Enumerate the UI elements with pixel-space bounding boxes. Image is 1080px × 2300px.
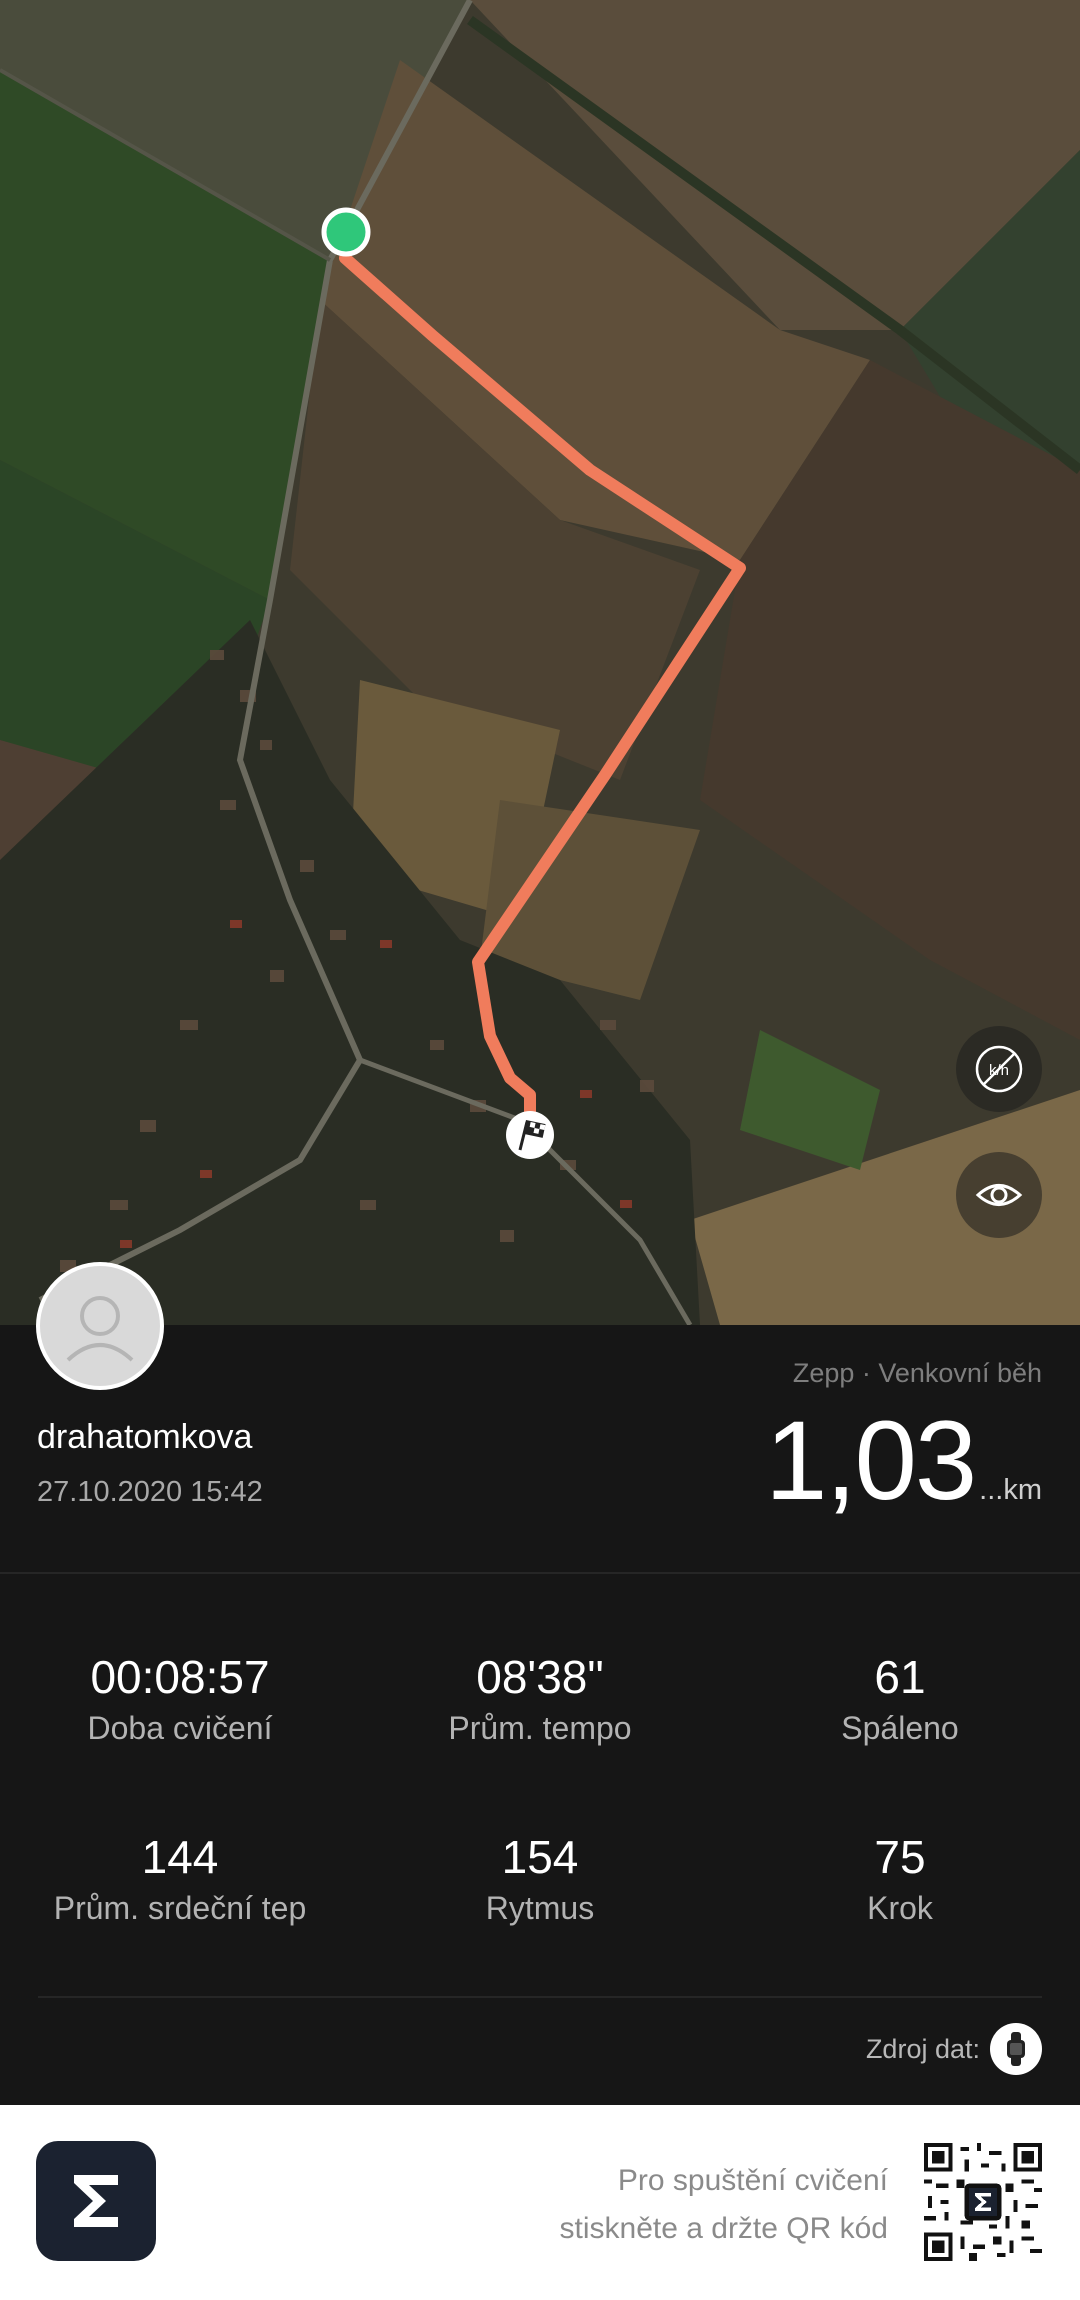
- workout-source: Zepp · Venkovní běh: [792, 1358, 1042, 1388]
- zepp-sigma-icon: [74, 2175, 118, 2227]
- qr-instructions: Pro spuštění cvičení stiskněte a držte Q…: [560, 2157, 888, 2253]
- stat-value: 154: [501, 1831, 579, 1883]
- zepp-logo: [36, 2141, 156, 2261]
- data-source: Zdroj dat:: [866, 2023, 1042, 2075]
- stat-value: 61: [874, 1651, 926, 1703]
- start-marker: [321, 207, 371, 257]
- distance-value: 1,03: [765, 1398, 977, 1523]
- avatar[interactable]: [36, 1262, 164, 1390]
- stat-duration: 00:08:57 Doba cvičení: [0, 1650, 360, 1748]
- stat-value: 75: [874, 1831, 926, 1883]
- divider: [38, 1996, 1042, 1998]
- stat-label: Doba cvičení: [87, 1710, 273, 1746]
- stat-label: Krok: [867, 1890, 933, 1926]
- qr-instruction-line2: stiskněte a držte QR kód: [559, 2212, 888, 2245]
- watch-icon: [990, 2023, 1042, 2075]
- username: drahatomkova: [37, 1418, 253, 1456]
- route-map[interactable]: k/n: [0, 0, 1080, 1325]
- units-toggle-icon: k/n: [975, 1045, 1023, 1093]
- user-icon: [66, 1296, 134, 1362]
- stat-label: Spáleno: [841, 1710, 959, 1746]
- stat-cadence: 154 Rytmus: [360, 1830, 720, 1928]
- data-source-label: Zdroj dat:: [865, 2033, 980, 2064]
- distance-readout: 1,03 ...km: [765, 1405, 1042, 1517]
- qr-instruction-line1: Pro spuštění cvičení: [617, 2164, 888, 2197]
- stat-label: Rytmus: [485, 1890, 595, 1926]
- stat-avg-heart-rate: 144 Prům. srdeční tep: [0, 1830, 360, 1928]
- visibility-icon: [975, 1184, 1023, 1206]
- visibility-button[interactable]: [956, 1152, 1042, 1238]
- stat-avg-pace: 08'38" Prům. tempo: [360, 1650, 720, 1748]
- qr-code[interactable]: [924, 2143, 1042, 2261]
- divider: [0, 1572, 1080, 1574]
- units-toggle-button[interactable]: k/n: [956, 1026, 1042, 1112]
- workout-datetime: 27.10.2020 15:42: [37, 1476, 263, 1508]
- stat-value: 144: [141, 1831, 219, 1883]
- distance-unit: ...km: [979, 1474, 1042, 1506]
- share-footer: Pro spuštění cvičení stiskněte a držte Q…: [0, 2105, 1080, 2300]
- finish-flag-icon: [506, 1111, 554, 1159]
- stat-calories: 61 Spáleno: [720, 1650, 1080, 1748]
- stat-value: 00:08:57: [90, 1651, 270, 1703]
- stat-stride: 75 Krok: [720, 1830, 1080, 1928]
- stat-label: Prům. srdeční tep: [53, 1890, 307, 1926]
- stat-value: 08'38": [476, 1651, 604, 1703]
- satellite-map: [0, 0, 1080, 1325]
- stat-label: Prům. tempo: [448, 1710, 632, 1746]
